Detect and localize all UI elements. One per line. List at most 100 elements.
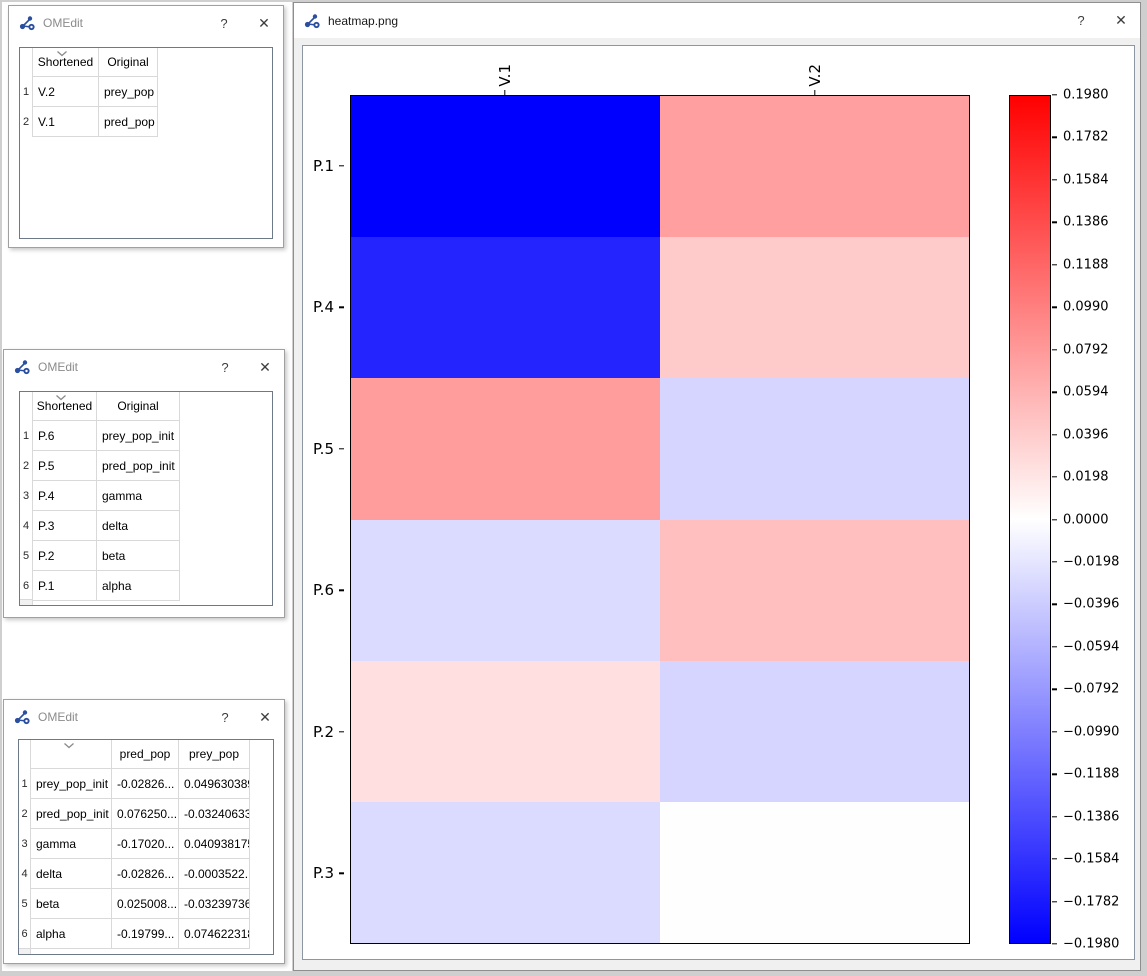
heatmap-cell-P.2-V.1 — [351, 661, 660, 802]
corner-header[interactable] — [20, 392, 33, 421]
table-cell[interactable]: V.1 — [33, 107, 99, 137]
colorbar-tick-mark — [1052, 264, 1057, 265]
row-tick-mark — [339, 873, 344, 874]
sort-indicator-icon[interactable] — [63, 742, 75, 749]
heatmap-cell-P.3-V.2 — [660, 802, 969, 943]
help-button[interactable]: ? — [210, 350, 240, 384]
table-cell[interactable]: prey_pop — [99, 77, 158, 107]
heatmap-grid — [351, 96, 969, 943]
help-button[interactable]: ? — [210, 700, 240, 734]
table-cell[interactable]: 0.049630389 — [179, 769, 250, 799]
parameters-table: Shortened Original 1 P.6 prey_pop_init 2… — [19, 391, 273, 606]
row-header[interactable]: 3 — [19, 829, 31, 859]
row-header[interactable]: 3 — [20, 481, 33, 511]
colorbar-tick-label: 0.0990 — [1063, 300, 1109, 315]
table-cell[interactable]: P.5 — [33, 451, 97, 481]
close-icon[interactable]: ✕ — [250, 350, 280, 384]
column-header-pred-pop[interactable]: pred_pop — [112, 740, 179, 769]
colorbar-tick-mark — [1052, 604, 1057, 605]
table-cell[interactable]: delta — [31, 859, 112, 889]
table-cell[interactable]: -0.02826... — [112, 859, 179, 889]
table-cell[interactable]: pred_pop_init — [97, 451, 180, 481]
row-header[interactable]: 6 — [20, 571, 33, 601]
colorbar-tick-mark — [1052, 816, 1057, 817]
row-header[interactable]: 1 — [19, 769, 31, 799]
colorbar-tick-label: −0.0594 — [1063, 639, 1119, 654]
correlations-table: pred_pop prey_pop 1 prey_pop_init -0.028… — [18, 739, 274, 955]
row-header[interactable]: 2 — [20, 107, 33, 137]
colorbar-tick-label: −0.1584 — [1063, 852, 1119, 867]
table-cell[interactable]: P.1 — [33, 571, 97, 601]
table-cell[interactable]: delta — [97, 511, 180, 541]
corner-header[interactable] — [19, 740, 31, 769]
row-header[interactable]: 2 — [20, 451, 33, 481]
table-cell[interactable]: pred_pop_init — [31, 799, 112, 829]
dialog-correlations-titlebar[interactable]: OMEdit ? ✕ — [4, 700, 284, 734]
column-header-original[interactable]: Original — [99, 48, 158, 77]
colorbar-tick-label: 0.0594 — [1063, 385, 1109, 400]
table-cell[interactable]: -0.032406333 — [179, 799, 250, 829]
dialog-parameters: OMEdit ? ✕ Shortened Original 1 P.6 prey… — [3, 349, 285, 618]
sort-indicator-icon[interactable] — [55, 394, 67, 401]
table-cell[interactable]: prey_pop_init — [31, 769, 112, 799]
table-cell[interactable]: -0.02826... — [112, 769, 179, 799]
heatmap-cell-P.4-V.2 — [660, 237, 969, 378]
colorbar-tick-mark — [1052, 561, 1057, 562]
table-cell[interactable]: V.2 — [33, 77, 99, 107]
table-cell[interactable]: alpha — [31, 919, 112, 949]
row-header[interactable]: 5 — [19, 889, 31, 919]
table-cell[interactable]: alpha — [97, 571, 180, 601]
dialog-variables: OMEdit ? ✕ Shortened Original 1 V.2 prey… — [8, 5, 284, 248]
row-tick-mark — [339, 731, 344, 732]
dialog-variables-titlebar[interactable]: OMEdit ? ✕ — [9, 6, 283, 40]
row-header[interactable]: 4 — [20, 511, 33, 541]
table-cell[interactable]: pred_pop — [99, 107, 158, 137]
heatmap-cell-P.6-V.1 — [351, 520, 660, 661]
table-cell[interactable]: -0.19799... — [112, 919, 179, 949]
table-cell[interactable]: P.3 — [33, 511, 97, 541]
row-header[interactable]: 4 — [19, 859, 31, 889]
table-cell[interactable]: gamma — [31, 829, 112, 859]
corner-header[interactable] — [20, 48, 33, 77]
table-cell[interactable]: 0.074622318 — [179, 919, 250, 949]
colorbar-tick-mark — [1052, 476, 1057, 477]
close-icon[interactable]: ✕ — [249, 6, 279, 40]
heatmap-cell-P.3-V.1 — [351, 802, 660, 943]
table-cell[interactable]: P.6 — [33, 421, 97, 451]
help-button[interactable]: ? — [1066, 3, 1096, 37]
table-cell[interactable]: beta — [97, 541, 180, 571]
table-cell[interactable]: 0.025008... — [112, 889, 179, 919]
table-cell[interactable]: 0.040938175 — [179, 829, 250, 859]
colorbar-tick-mark — [1052, 349, 1057, 350]
dialog-parameters-titlebar[interactable]: OMEdit ? ✕ — [4, 350, 284, 384]
row-header[interactable]: 1 — [20, 421, 33, 451]
colorbar-tick-mark — [1052, 731, 1057, 732]
help-button[interactable]: ? — [209, 6, 239, 40]
heatmap-cell-P.1-V.1 — [351, 96, 660, 237]
table-cell[interactable]: P.2 — [33, 541, 97, 571]
table-cell[interactable]: P.4 — [33, 481, 97, 511]
table-cell[interactable]: -0.0003522... — [179, 859, 250, 889]
row-header[interactable]: 1 — [20, 77, 33, 107]
row-header[interactable]: 6 — [19, 919, 31, 949]
table-cell[interactable]: 0.076250... — [112, 799, 179, 829]
column-header-original[interactable]: Original — [97, 392, 180, 421]
colorbar-tick-label: −0.0396 — [1063, 597, 1119, 612]
close-icon[interactable]: ✕ — [1106, 3, 1136, 37]
table-cell[interactable]: gamma — [97, 481, 180, 511]
window-title: heatmap.png — [328, 14, 398, 28]
row-header[interactable]: 5 — [20, 541, 33, 571]
colorbar-tick-mark — [1052, 943, 1057, 944]
colorbar-tick-label: 0.0396 — [1063, 427, 1109, 442]
row-header[interactable]: 2 — [19, 799, 31, 829]
table-cell[interactable]: prey_pop_init — [97, 421, 180, 451]
window-title: OMEdit — [38, 710, 78, 724]
heatmap-window-titlebar[interactable]: heatmap.png ? ✕ — [294, 3, 1140, 38]
column-header-prey-pop[interactable]: prey_pop — [179, 740, 250, 769]
table-cell[interactable]: beta — [31, 889, 112, 919]
close-icon[interactable]: ✕ — [250, 700, 280, 734]
table-cell[interactable]: -0.032397362 — [179, 889, 250, 919]
sort-indicator-icon[interactable] — [56, 50, 68, 57]
colorbar-tick-label: 0.0000 — [1063, 512, 1109, 527]
table-cell[interactable]: -0.17020... — [112, 829, 179, 859]
